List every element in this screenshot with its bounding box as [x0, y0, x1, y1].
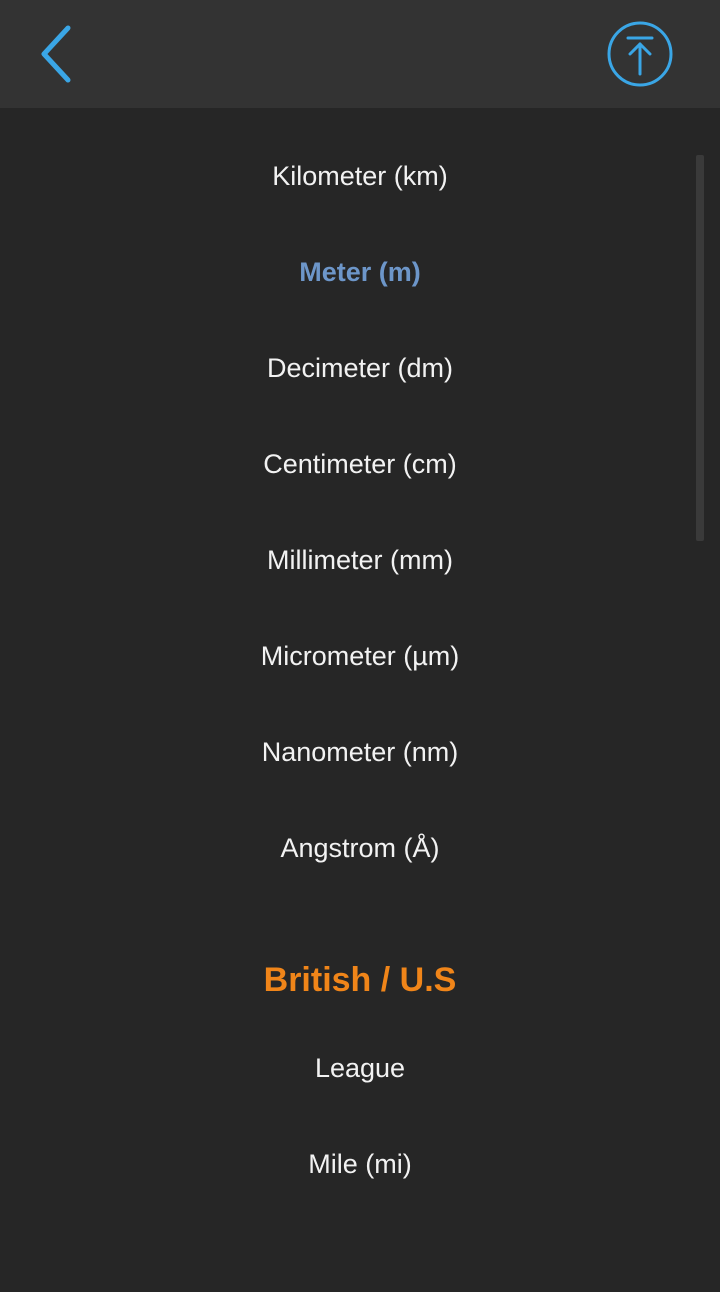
section-header-british-us: British / U.S [263, 960, 457, 999]
scrollbar[interactable] [696, 155, 704, 541]
unit-item-league[interactable]: League [0, 1020, 720, 1116]
unit-list[interactable]: Kilometer (km) Meter (m) Decimeter (dm) … [0, 108, 720, 1292]
unit-item-kilometer[interactable]: Kilometer (km) [0, 128, 720, 224]
chevron-left-icon [41, 25, 71, 83]
top-bar [0, 0, 720, 108]
scroll-to-top-icon [607, 21, 673, 87]
unit-item-nanometer[interactable]: Nanometer (nm) [0, 704, 720, 800]
unit-item-micrometer[interactable]: Micrometer (µm) [0, 608, 720, 704]
back-button[interactable] [24, 18, 88, 90]
unit-item-angstrom[interactable]: Angstrom (Å) [0, 800, 720, 896]
unit-item-decimeter[interactable]: Decimeter (dm) [0, 320, 720, 416]
unit-item-millimeter[interactable]: Millimeter (mm) [0, 512, 720, 608]
unit-item-mile[interactable]: Mile (mi) [0, 1116, 720, 1212]
scroll-to-top-button[interactable] [604, 18, 676, 90]
unit-picker-screen: Kilometer (km) Meter (m) Decimeter (dm) … [0, 0, 720, 1292]
unit-item-meter[interactable]: Meter (m) [0, 224, 720, 320]
unit-item-centimeter[interactable]: Centimeter (cm) [0, 416, 720, 512]
